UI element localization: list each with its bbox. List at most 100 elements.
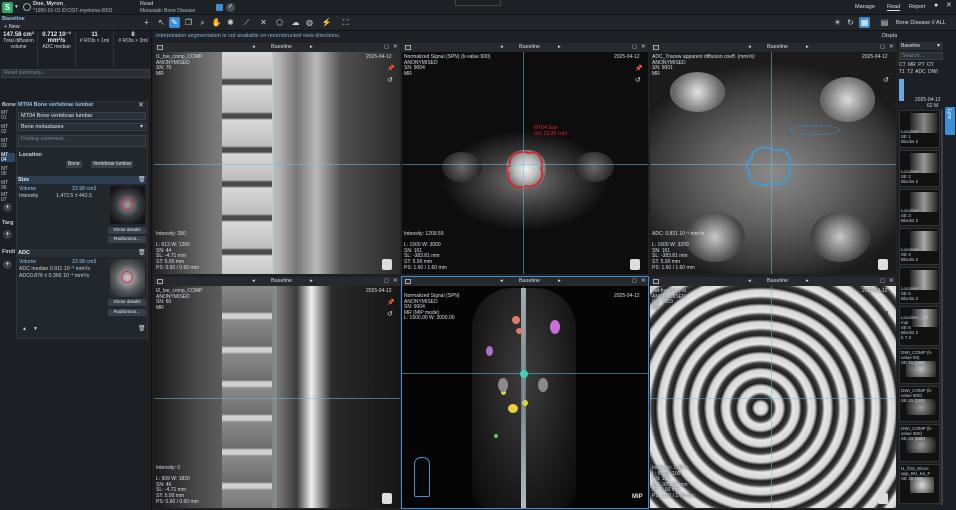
copy-icon[interactable]: ❐ (183, 17, 194, 28)
crosshair-vertical[interactable] (523, 52, 524, 274)
crosshair-vertical[interactable] (523, 286, 524, 508)
chip-mr[interactable]: MR (908, 62, 916, 68)
adc-show-details-button[interactable]: Show details (108, 299, 146, 306)
location-chip-vertebrae[interactable]: Vertebrae lumbar (91, 161, 134, 168)
viewport-fat-fraction[interactable]: ◂ Baseline ▸ ▢ ✕ Fat-fraction (%) ANONYM… (649, 276, 897, 509)
series-thumb-6[interactable]: Localiser_CO mpI SE 6 Blocks 2 b 7.3 (899, 306, 940, 346)
brightness-icon[interactable]: ✺ (225, 17, 236, 28)
prev-arrow-icon[interactable]: ◂ (252, 277, 255, 286)
maximize-icon[interactable]: ▢ (880, 43, 885, 52)
next-arrow-icon[interactable]: ▸ (558, 277, 561, 286)
chip-pt[interactable]: PT (918, 62, 924, 68)
pointer-icon[interactable]: ↖ (156, 17, 167, 28)
tag-mt05[interactable]: MT 05 (1, 167, 15, 177)
rotate-icon[interactable]: ↺ (883, 310, 889, 318)
chip-adc[interactable]: ADC (915, 69, 926, 75)
series-thumb-4[interactable]: Localiser SE 4 Blocks 2 (899, 228, 940, 265)
pin-icon[interactable]: 📌 (635, 65, 642, 72)
series-thumb-1[interactable]: Localiser SE 1 Blocks 2 (899, 110, 940, 148)
crosshair-horizontal[interactable] (402, 164, 648, 165)
next-arrow-icon[interactable]: ▸ (806, 277, 809, 286)
series-thumb-7[interactable]: DWI_COMP (b- value 50) SE 21 (280) (899, 348, 940, 384)
crosshair-horizontal[interactable] (154, 398, 400, 399)
pan-icon[interactable]: ✋ (211, 17, 222, 28)
read-summary-input[interactable]: Read summary... (1, 69, 150, 78)
roi-contour[interactable] (742, 143, 797, 191)
chip-dwi[interactable]: DWI (928, 69, 938, 75)
patient-name[interactable]: Doe, Myron_ (33, 1, 66, 7)
close-icon[interactable]: ✕ (946, 2, 952, 9)
menu-report[interactable]: Report (909, 4, 926, 10)
rotate-icon[interactable]: ↺ (883, 76, 889, 84)
add-icon[interactable]: + (141, 17, 152, 28)
close-viewport-icon[interactable]: ✕ (889, 43, 894, 52)
layout-icon[interactable]: ▦ (859, 17, 870, 28)
new-button[interactable]: + New (4, 24, 20, 30)
card-up-icon[interactable]: ▲ (22, 326, 27, 332)
prev-arrow-icon[interactable]: ◂ (748, 277, 751, 286)
tag-mt07[interactable]: MT 07 (1, 193, 15, 203)
crosshair-vertical[interactable] (275, 286, 276, 508)
freehand-icon[interactable]: ☁ (290, 17, 301, 28)
crosshair-horizontal[interactable] (402, 373, 648, 374)
maximize-icon[interactable]: ▢ (384, 43, 389, 52)
adc-delete-icon[interactable]: 🗑 (138, 249, 146, 256)
rotate-icon[interactable]: ↺ (387, 310, 393, 318)
chip-ct[interactable]: CT (899, 62, 906, 68)
crosshair-horizontal[interactable] (650, 398, 896, 399)
user-icon[interactable]: ● (934, 2, 938, 9)
study-tab-title[interactable]: Read (140, 1, 153, 7)
menu-manage[interactable]: Manage (855, 4, 875, 10)
crosshair-horizontal[interactable] (650, 164, 896, 165)
measurement-dashed[interactable] (790, 125, 840, 135)
line-icon[interactable]: ⟋ (241, 17, 252, 28)
tag-mt06[interactable]: MT 06 (1, 181, 15, 191)
finding-comment-input[interactable]: Finding comment... (18, 135, 146, 147)
pen-icon[interactable]: ✎ (169, 17, 180, 28)
chip-t1[interactable]: T1 (899, 69, 905, 75)
series-thumb-3[interactable]: Localiser SE 3 Blocks 2 (899, 189, 940, 226)
rotate-icon[interactable]: ↺ (387, 76, 393, 84)
prev-arrow-icon[interactable]: ◂ (252, 43, 255, 52)
add-target2-icon[interactable]: + (3, 230, 12, 239)
prev-arrow-icon[interactable]: ◂ (500, 43, 503, 52)
sync-icon[interactable]: ↻ (845, 17, 856, 28)
crosshair-horizontal[interactable] (154, 164, 400, 165)
close-viewport-icon[interactable]: ✕ (393, 277, 398, 286)
prev-arrow-icon[interactable]: ◂ (748, 43, 751, 52)
baseline-label[interactable]: Baseline (2, 16, 25, 22)
tag-mt03[interactable]: MT 03 (1, 139, 15, 149)
maximize-icon[interactable]: ▢ (632, 277, 637, 286)
side-tab-link[interactable]: Lync (945, 107, 955, 135)
add-target-icon[interactable]: + (3, 203, 12, 212)
adc-radiomics-button[interactable]: Radiomics... (108, 309, 146, 316)
chip-t2[interactable]: T2 (907, 69, 913, 75)
tag-mt02[interactable]: MT 02 (1, 125, 15, 135)
next-arrow-icon[interactable]: ▸ (310, 277, 313, 286)
fit-icon[interactable]: ⛶ (340, 17, 351, 28)
series-thumb-8[interactable]: DWI_COMP (b- value 900) SE 21 (280) (899, 386, 940, 422)
maximize-icon[interactable]: ▢ (632, 43, 637, 52)
size-show-details-button[interactable]: Show details (108, 227, 146, 234)
roi-contour[interactable] (502, 147, 547, 192)
polygon-icon[interactable]: ⬠ (274, 17, 285, 28)
wand-icon[interactable]: ⚡ (321, 17, 332, 28)
maximize-icon[interactable]: ▢ (384, 277, 389, 286)
viewport-axial-dwi[interactable]: ◂ Baseline ▸ ▢ ✕ MT04 Size Vol: 23.98 cm… (401, 42, 649, 275)
series-thumb-9[interactable]: DWI_COMP (b- value 900) SE 21 (280) (899, 424, 940, 462)
sphere-icon[interactable]: ◍ (304, 17, 315, 28)
size-delete-icon[interactable]: 🗑 (138, 176, 146, 183)
check-icon[interactable]: ✓ (226, 3, 235, 12)
viewport-mip[interactable]: ◂ Baseline ▸ ▢ ✕ Normalized Signal (SPN)… (401, 276, 649, 509)
series-thumb-2[interactable]: Localiser SE 2 Blocks 2 (899, 150, 940, 187)
pin-icon[interactable]: 📌 (387, 65, 394, 72)
finding-type-select[interactable]: Bone metastases (18, 123, 146, 131)
size-radiomics-button[interactable]: Radiomics... (108, 236, 146, 243)
crosshair-vertical[interactable] (771, 52, 772, 274)
chip-ot[interactable]: OT (927, 62, 934, 68)
tag-mt01[interactable]: MT 01 (1, 111, 15, 121)
viewport-sagittal-t2[interactable]: ◂ Baseline ▸ ▢ ✕ t2_tse_comp_COMP ANONYM… (153, 276, 401, 509)
crosshair-vertical[interactable] (275, 52, 276, 274)
grid-icon[interactable]: ▤ (879, 17, 890, 28)
close-viewport-icon[interactable]: ✕ (641, 277, 646, 286)
